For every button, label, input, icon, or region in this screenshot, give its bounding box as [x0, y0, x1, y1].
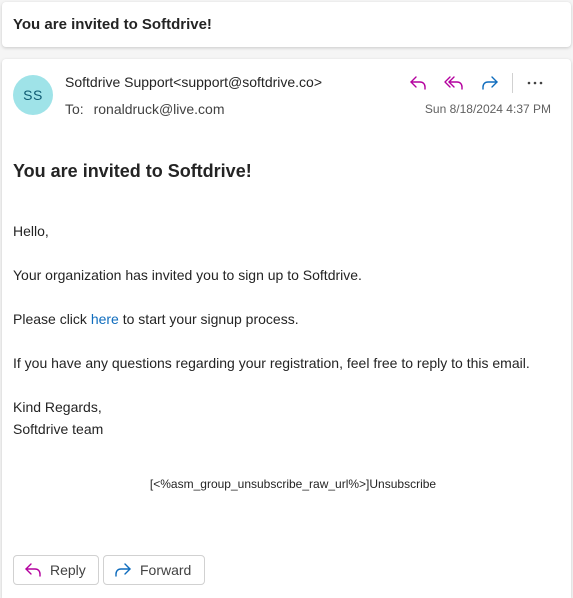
reply-label: Reply [50, 562, 86, 578]
more-actions-button[interactable] [517, 71, 553, 95]
more-icon [527, 81, 543, 85]
footer-forward-button[interactable]: Forward [103, 555, 205, 585]
subject-bar: You are invited to Softdrive! [2, 2, 571, 47]
greeting: Hello, [13, 223, 49, 239]
body-line-signup: Please click here to start your signup p… [13, 311, 299, 327]
sender[interactable]: Softdrive Support<support@softdrive.co> [65, 74, 322, 90]
forward-label: Forward [140, 562, 192, 578]
timestamp: Sun 8/18/2024 4:37 PM [424, 102, 551, 116]
avatar[interactable]: SS [13, 75, 53, 115]
message-actions [400, 71, 553, 95]
email-subject: You are invited to Softdrive! [13, 16, 212, 33]
forward-icon [115, 563, 131, 577]
message-card: SS Softdrive Support<support@softdrive.c… [2, 59, 571, 598]
reply-icon [25, 563, 41, 577]
forward-button[interactable] [472, 71, 508, 95]
closing: Kind Regards, [13, 399, 102, 415]
body-heading: You are invited to Softdrive! [13, 161, 252, 181]
signup-link[interactable]: here [91, 311, 119, 327]
reply-icon [410, 76, 426, 90]
to-label: To: [65, 101, 84, 117]
actions-divider [512, 73, 513, 93]
signup-text-after: to start your signup process. [118, 311, 299, 327]
recipients: To: ronaldruck@live.com [65, 101, 225, 117]
reply-all-button[interactable] [436, 71, 472, 95]
body-line-invite: Your organization has invited you to sig… [13, 267, 362, 283]
unsubscribe-link[interactable]: [<%asm_group_unsubscribe_raw_url%>]Unsub… [13, 477, 573, 491]
body-line-questions: If you have any questions regarding your… [13, 355, 530, 371]
recipient-address[interactable]: ronaldruck@live.com [94, 101, 225, 117]
reply-button[interactable] [400, 71, 436, 95]
signature: Softdrive team [13, 421, 104, 437]
signup-text-before: Please click [13, 311, 91, 327]
reply-all-icon [444, 76, 463, 90]
footer-reply-button[interactable]: Reply [13, 555, 99, 585]
forward-icon [482, 76, 498, 90]
